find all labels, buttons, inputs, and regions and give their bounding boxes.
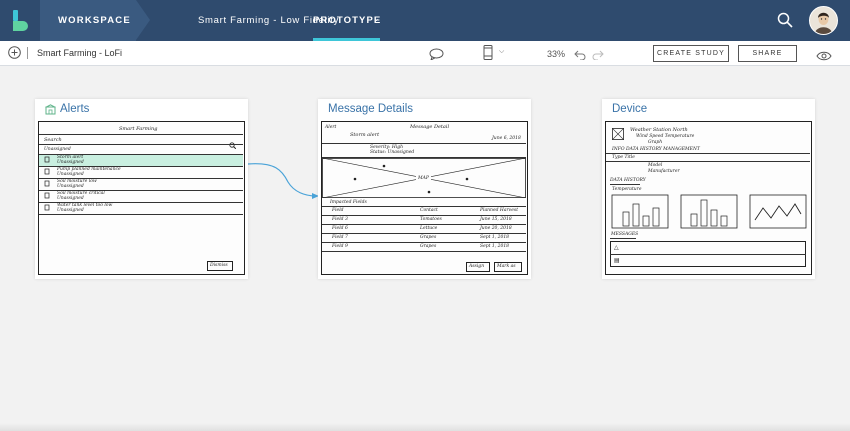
alert-row-sub: Unassigned xyxy=(57,196,84,201)
device-detail: Graph xyxy=(648,140,663,145)
messages-label: MESSAGES xyxy=(611,232,639,237)
add-circle-icon[interactable] xyxy=(8,46,21,64)
series-label: Temperature xyxy=(612,187,642,192)
wireframe-sketch: Weather Station North Wind Speed Tempera… xyxy=(605,121,812,275)
table-cell: Field 3 xyxy=(332,217,348,222)
device-name: Weather Station North xyxy=(630,127,688,133)
create-study-button[interactable]: CREATE STUDY xyxy=(653,45,729,62)
preview-eye-icon[interactable] xyxy=(816,48,832,66)
comment-icon[interactable] xyxy=(429,47,444,65)
undo-icon[interactable] xyxy=(574,47,586,65)
tab-prototype[interactable]: PROTOTYPE xyxy=(313,0,380,41)
zoom-level[interactable]: 33% xyxy=(547,49,565,59)
model-label: Model xyxy=(648,163,663,168)
home-icon xyxy=(45,103,56,114)
table-cell: Grapes xyxy=(420,244,437,249)
mobile-device-icon[interactable] xyxy=(483,45,493,65)
dismiss-label: Dismiss xyxy=(210,263,228,268)
screen-message-details[interactable]: Message Details Alert Message Detail Jun… xyxy=(318,99,531,279)
screen-title-label: Alerts xyxy=(60,103,90,115)
search-icon xyxy=(229,136,237,154)
screen-title[interactable]: Alerts xyxy=(45,103,89,115)
mark-as-label: Mark as xyxy=(497,264,516,269)
impacted-label: Impacted Fields xyxy=(330,200,367,205)
breadcrumb[interactable]: Smart Farming - LoFi xyxy=(37,48,122,58)
table-cell: Lettuce xyxy=(420,226,438,231)
canvas-bottom-edge xyxy=(0,423,850,431)
warning-icon: △ xyxy=(614,244,619,251)
alert-row-sub: Unassigned xyxy=(57,208,84,213)
sketch-search: Search xyxy=(44,137,62,143)
data-history-label: DATA HISTORY xyxy=(610,178,646,183)
device-image-placeholder xyxy=(612,128,624,140)
table-cell: Sept 1, 2018 xyxy=(480,235,510,240)
table-cell: June 15, 2018 xyxy=(480,217,512,222)
sketch-section-label: Unassigned xyxy=(44,147,71,152)
table-cell: Sept 1, 2018 xyxy=(480,244,510,249)
table-cell: June 20, 2018 xyxy=(480,226,512,231)
back-link: Alert xyxy=(325,125,337,130)
table-cell: Grapes xyxy=(420,235,437,240)
workspace-label: WORKSPACE xyxy=(58,15,131,26)
type-label: Type Title xyxy=(612,155,635,160)
divider xyxy=(27,47,28,59)
status: Status: Unassigned xyxy=(370,150,415,155)
manufacturer-label: Manufacturer xyxy=(648,169,680,174)
sketch-header: Smart Farming xyxy=(119,126,158,132)
avatar[interactable] xyxy=(809,6,838,35)
tab-prototype-label: PROTOTYPE xyxy=(313,15,382,26)
share-button[interactable]: SHARE xyxy=(738,45,797,62)
sketch-date: June 6, 2018 xyxy=(492,136,521,141)
workspace-nav[interactable]: WORKSPACE xyxy=(40,0,150,41)
chevron-down-icon[interactable]: ⌵ xyxy=(499,48,504,56)
app-logo[interactable] xyxy=(0,0,40,41)
screen-title[interactable]: Message Details xyxy=(328,103,413,115)
alert-title: Storm alert xyxy=(350,132,380,138)
table-cell: Field 7 xyxy=(332,235,348,240)
data-history-graphs xyxy=(611,194,807,229)
alert-row-sub: Unassigned xyxy=(57,184,84,189)
top-navbar: WORKSPACE Smart Farming - Low Fidelity xyxy=(0,0,850,41)
wireframe-sketch: Smart Farming Search Unassigned Storm al… xyxy=(38,121,245,275)
alert-row-sub: Unassigned xyxy=(57,160,84,165)
device-tabs: INFO DATA HISTORY MANAGEMENT xyxy=(612,147,700,152)
wireframe-sketch: Alert Message Detail June 6, 2018 Storm … xyxy=(321,121,528,275)
device-detail: Wind Speed Temperature xyxy=(636,134,695,139)
chevron-down-icon[interactable]: ⌄ xyxy=(373,14,380,23)
screen-device[interactable]: Device Weather Station North Wind Speed … xyxy=(602,99,815,279)
column-header: Field xyxy=(332,208,344,213)
screen-title[interactable]: Device xyxy=(612,103,647,115)
sub-toolbar: Smart Farming - LoFi ⌵ 33% CREATE STUDY … xyxy=(0,41,850,66)
checkbox-column xyxy=(44,156,50,211)
column-header: Planned Harvest xyxy=(480,208,519,213)
screen-alerts[interactable]: Alerts Smart Farming Search Unassigned S… xyxy=(35,99,248,279)
column-header: Contact xyxy=(420,208,438,213)
alert-row-sub: Unassigned xyxy=(57,172,84,177)
sketch-header: Message Detail xyxy=(410,124,450,130)
search-icon[interactable] xyxy=(777,12,793,33)
table-cell: Field 6 xyxy=(332,226,348,231)
table-cell: Field 9 xyxy=(332,244,348,249)
assign-label: Assign xyxy=(469,264,485,269)
info-icon: ▤ xyxy=(614,257,620,264)
redo-icon[interactable] xyxy=(592,47,604,65)
table-cell: Tomatoes xyxy=(420,217,442,222)
map-label: MAP xyxy=(416,176,431,181)
